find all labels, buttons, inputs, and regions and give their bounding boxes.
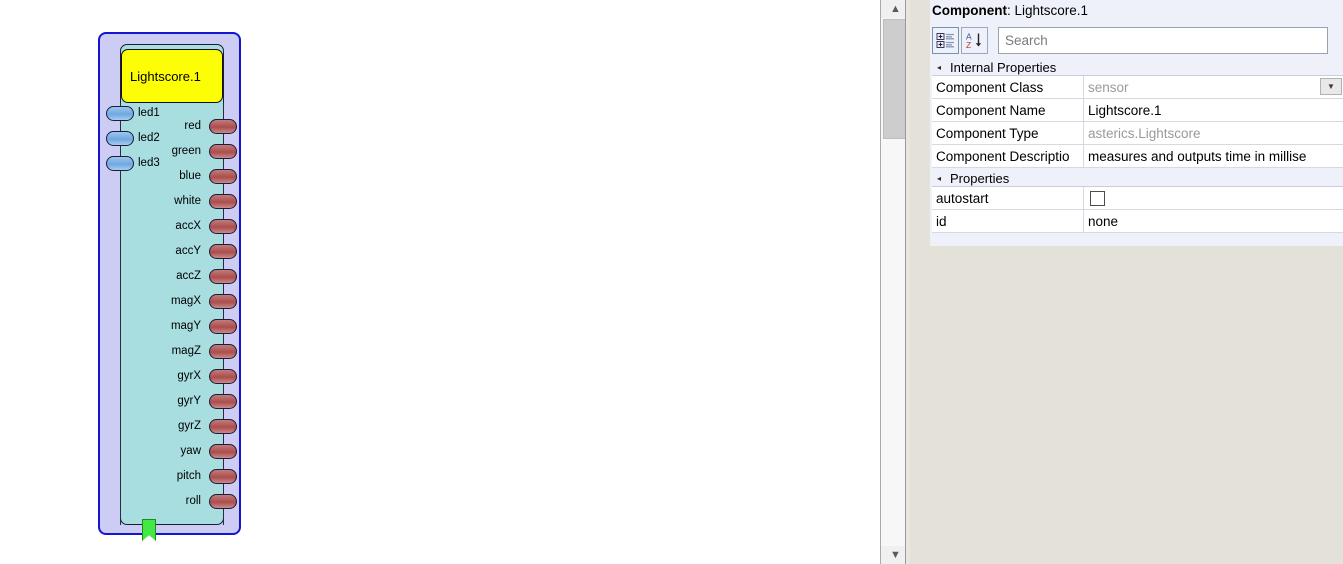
output-port-accY[interactable] [209,244,237,259]
component-node-lightscore[interactable]: Lightscore.1 led1 led2 led3 red green blue whi… [98,32,241,541]
property-row[interactable]: Component Type asterics.Lightscore [932,122,1343,145]
output-port-label-magZ: magZ [171,345,201,357]
property-row[interactable]: autostart [932,187,1343,210]
alphabetical-sort-icon[interactable]: A Z [961,27,988,54]
property-value[interactable] [1084,187,1343,209]
input-port-led3[interactable] [106,156,134,171]
property-name: id [932,210,1084,232]
property-row[interactable]: id none [932,210,1343,233]
input-port-label-led2: led2 [138,132,160,144]
properties-panel: Component: Lightscore.1 A Z ◂Inter [910,0,1343,564]
output-port-gyrZ[interactable] [209,419,237,434]
output-port-pitch[interactable] [209,469,237,484]
output-port-label-blue: blue [179,170,201,182]
output-port-roll[interactable] [209,494,237,509]
section-header-properties[interactable]: ◂ Properties [932,169,1343,187]
component-title-box[interactable]: Lightscore.1 [121,49,223,103]
input-port-label-led1: led1 [138,107,160,119]
output-port-red[interactable] [209,119,237,134]
property-row[interactable]: Component Class sensor ▼ [932,76,1343,99]
search-input[interactable] [1003,32,1327,49]
output-port-gyrY[interactable] [209,394,237,409]
property-name: Component Class [932,76,1084,98]
output-port-label-gyrY: gyrY [177,395,201,407]
input-port-led1[interactable] [106,106,134,121]
component-title-label: Lightscore.1 [130,68,201,84]
checkbox-autostart[interactable] [1090,190,1105,206]
output-port-rail [223,103,224,525]
output-port-label-accY: accY [175,245,201,257]
output-port-accX[interactable] [209,219,237,234]
output-port-label-yaw: yaw [180,445,201,457]
output-port-accZ[interactable] [209,269,237,284]
output-port-label-green: green [171,145,201,157]
property-name: Component Descriptio [932,145,1084,167]
property-name: Component Name [932,99,1084,121]
output-port-green[interactable] [209,144,237,159]
property-name: Component Type [932,122,1084,144]
properties-toolbar: A Z [932,27,1340,54]
output-port-white[interactable] [209,194,237,209]
section-title: Properties [950,170,1010,186]
property-value-text: none [1088,213,1119,229]
output-port-label-white: white [174,195,201,207]
output-port-magY[interactable] [209,319,237,334]
output-port-magX[interactable] [209,294,237,309]
dropdown-arrow-icon[interactable]: ▼ [1320,78,1342,95]
property-value-text: Lightscore.1 [1088,102,1162,118]
property-row[interactable]: Component Descriptio measures and outputs… [932,145,1343,168]
panel-title-value: Lightscore.1 [1014,3,1089,18]
output-port-magZ[interactable] [209,344,237,359]
property-value[interactable]: none [1084,210,1343,232]
output-port-label-gyrZ: gyrZ [178,420,201,432]
output-port-label-roll: roll [185,495,201,507]
output-port-gyrX[interactable] [209,369,237,384]
property-value-text: asterics.Lightscore [1088,125,1201,141]
property-value-text: measures and outputs time in millise [1088,148,1307,164]
panel-title-separator: : [1007,3,1015,18]
property-value[interactable]: Lightscore.1 [1084,99,1343,121]
output-port-label-magX: magX [170,295,201,307]
output-port-label-accZ: accZ [176,270,201,282]
output-port-label-red: red [184,120,201,132]
property-value-text: sensor [1088,79,1129,95]
input-port-led2[interactable] [106,131,134,146]
section-header-internal-properties[interactable]: ◂ Internal Properties [932,58,1343,76]
section-expand-triangle-icon[interactable]: ◂ [932,174,946,183]
editor-canvas[interactable]: Lightscore.1 led1 led2 led3 red green blue whi… [0,0,880,564]
input-port-label-led3: led3 [138,157,160,169]
output-port-label-magY: magY [170,320,201,332]
svg-text:Z: Z [966,40,971,50]
search-input-wrapper[interactable] [998,27,1328,54]
green-flag-marker-icon[interactable] [142,519,156,541]
property-name: autostart [932,187,1084,209]
section-expand-triangle-icon[interactable]: ◂ [932,63,946,72]
output-port-label-accX: accX [175,220,201,232]
categorized-view-icon[interactable] [932,27,959,54]
property-value[interactable]: asterics.Lightscore [1084,122,1343,144]
output-port-label-pitch: pitch [176,470,201,482]
output-port-label-gyrX: gyrX [177,370,201,382]
section-title: Internal Properties [950,59,1057,75]
output-port-yaw[interactable] [209,444,237,459]
property-row[interactable]: Component Name Lightscore.1 [932,99,1343,122]
panel-title-prefix: Component [932,3,1007,18]
property-value[interactable]: sensor ▼ [1084,76,1343,98]
output-port-blue[interactable] [209,169,237,184]
panel-title: Component: Lightscore.1 [932,3,1088,18]
property-value[interactable]: measures and outputs time in millise [1084,145,1343,167]
